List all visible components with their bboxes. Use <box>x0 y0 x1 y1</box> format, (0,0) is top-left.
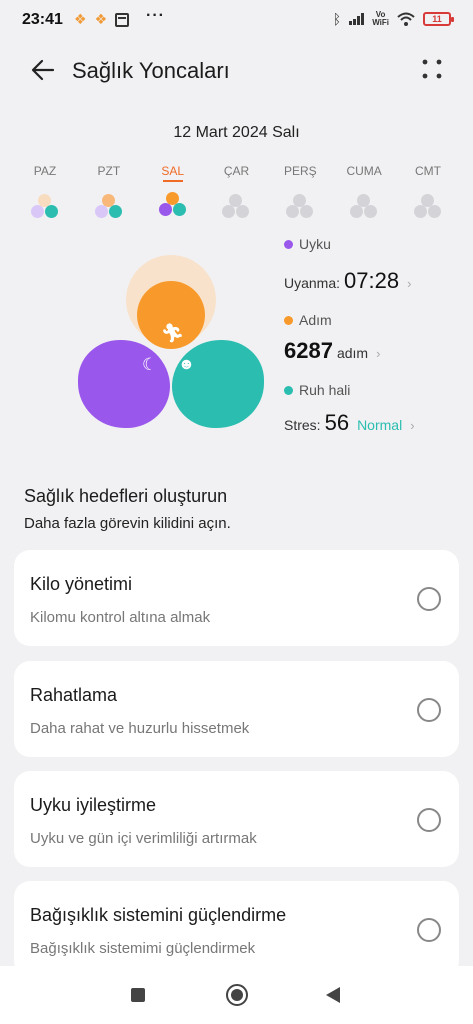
stress-key: Stres: <box>284 417 321 433</box>
smile-icon: ☻ <box>178 356 195 373</box>
mood-dot <box>284 385 293 395</box>
more-options-icon[interactable] <box>421 58 443 80</box>
active-day-indicator <box>162 180 183 182</box>
chevron-right-icon: › <box>407 276 412 291</box>
selected-date: 12 Mart 2024 Salı <box>173 124 300 141</box>
goal-description: Uyku ve gün içi verimliliği artırmak <box>30 830 257 847</box>
goal-description: Kilomu kontrol altına almak <box>30 609 211 626</box>
goal-title: Kilo yönetimi <box>30 574 133 594</box>
chevron-right-icon: › <box>410 418 415 433</box>
day-cmt[interactable]: CMT <box>397 164 459 222</box>
wake-time-row[interactable]: Uyanma: 07:28 › <box>284 268 464 294</box>
day-label: PERŞ <box>283 164 317 178</box>
app-notification-icon: ❖ <box>94 11 108 27</box>
goal-description: Bağışıklık sistemimi güçlendirmek <box>30 940 256 957</box>
vowifi-icon: Vo WiFi <box>372 10 389 27</box>
goal-radio[interactable] <box>417 587 441 611</box>
steps-legend: Adım <box>284 312 464 328</box>
bluetooth-icon: ᛒ <box>332 11 342 27</box>
status-bar: 23:41 ❖ ❖ ··· ᛒ Vo WiFi 11 <box>0 0 473 42</box>
back-button[interactable] <box>326 987 340 1003</box>
goal-card-weight[interactable]: Kilo yönetimi Kilomu kontrol altına alma… <box>14 550 459 646</box>
chevron-right-icon: › <box>376 346 381 361</box>
stress-status: Normal <box>357 417 403 433</box>
goal-title: Uyku iyileştirme <box>30 795 157 815</box>
day-clover-icon <box>349 194 379 222</box>
clover-sleep-leaf <box>78 340 170 428</box>
day-clover-icon <box>413 194 443 222</box>
status-time: 23:41 <box>22 11 63 28</box>
day-car[interactable]: ÇAR <box>205 164 267 222</box>
goals-title: Sağlık hedefleri oluşturun <box>24 486 228 506</box>
goals-subtitle: Daha fazla görevin kilidini açın. <box>24 515 231 532</box>
day-label: ÇAR <box>223 164 250 178</box>
running-icon: 🏃︎ <box>161 323 184 343</box>
day-label: CUMA <box>346 164 382 178</box>
clover-mood-leaf <box>172 340 264 428</box>
steps-unit: adım <box>336 345 369 361</box>
week-day-selector: PAZ PZT SAL ÇAR PERŞ CUMA CMT <box>14 164 459 222</box>
health-clover[interactable]: 🏃︎ ☾ ☻ <box>70 250 270 440</box>
day-pzt[interactable]: PZT <box>78 164 140 222</box>
signal-icon <box>349 13 365 25</box>
goal-radio[interactable] <box>417 698 441 722</box>
stress-value: 56 <box>324 410 350 435</box>
metrics-panel: Uyku Uyanma: 07:28 › Adım 6287 adım › Ru… <box>284 236 464 436</box>
steps-dot <box>284 315 293 325</box>
day-cuma[interactable]: CUMA <box>333 164 395 222</box>
back-arrow-icon[interactable] <box>28 55 58 85</box>
mood-legend: Ruh hali <box>284 382 464 398</box>
home-button[interactable] <box>226 984 248 1006</box>
sleep-dot <box>284 239 293 249</box>
goal-card-sleep[interactable]: Uyku iyileştirme Uyku ve gün içi verimli… <box>14 771 459 867</box>
sleep-label: Uyku <box>299 236 331 252</box>
day-paz[interactable]: PAZ <box>14 164 76 222</box>
header: Sağlık Yoncaları <box>0 48 473 92</box>
day-label: PZT <box>97 164 121 178</box>
goal-card-relax[interactable]: Rahatlama Daha rahat ve huzurlu hissetme… <box>14 661 459 757</box>
system-nav-bar <box>0 966 473 1024</box>
wake-key: Uyanma: <box>284 275 341 291</box>
steps-label: Adım <box>299 312 332 328</box>
goal-radio[interactable] <box>417 918 441 942</box>
page-title: Sağlık Yoncaları <box>72 58 230 83</box>
day-sal[interactable]: SAL <box>142 164 204 222</box>
day-clover-icon <box>94 194 124 222</box>
day-clover-icon <box>158 192 188 220</box>
mood-label: Ruh hali <box>299 382 351 398</box>
calendar-icon <box>115 12 130 27</box>
day-label: CMT <box>414 164 441 178</box>
goal-title: Rahatlama <box>30 685 118 705</box>
recents-button[interactable] <box>131 988 145 1002</box>
more-notifications-icon: ··· <box>146 7 165 24</box>
app-notification-icon: ❖ <box>74 11 87 27</box>
notification-icons: ❖ ❖ <box>74 11 130 28</box>
day-clover-icon <box>221 194 251 222</box>
goal-radio[interactable] <box>417 808 441 832</box>
goal-description: Daha rahat ve huzurlu hissetmek <box>30 720 250 737</box>
system-icons: ᛒ Vo WiFi 11 <box>332 10 454 27</box>
day-pers[interactable]: PERŞ <box>269 164 331 222</box>
day-label: PAZ <box>33 164 57 178</box>
wake-time-value: 07:28 <box>344 268 400 293</box>
day-clover-icon <box>285 194 315 222</box>
goal-card-immunity[interactable]: Bağışıklık sistemini güçlendirme Bağışık… <box>14 881 459 977</box>
sleep-legend: Uyku <box>284 236 464 252</box>
goal-title: Bağışıklık sistemini güçlendirme <box>30 905 287 925</box>
steps-row[interactable]: 6287 adım › <box>284 338 464 364</box>
wifi-icon <box>397 12 415 26</box>
steps-value: 6287 <box>284 338 333 363</box>
day-clover-icon <box>30 194 60 222</box>
stress-row[interactable]: Stres: 56 Normal › <box>284 410 464 436</box>
battery-icon: 11 <box>423 12 454 26</box>
moon-icon: ☾ <box>142 355 158 374</box>
